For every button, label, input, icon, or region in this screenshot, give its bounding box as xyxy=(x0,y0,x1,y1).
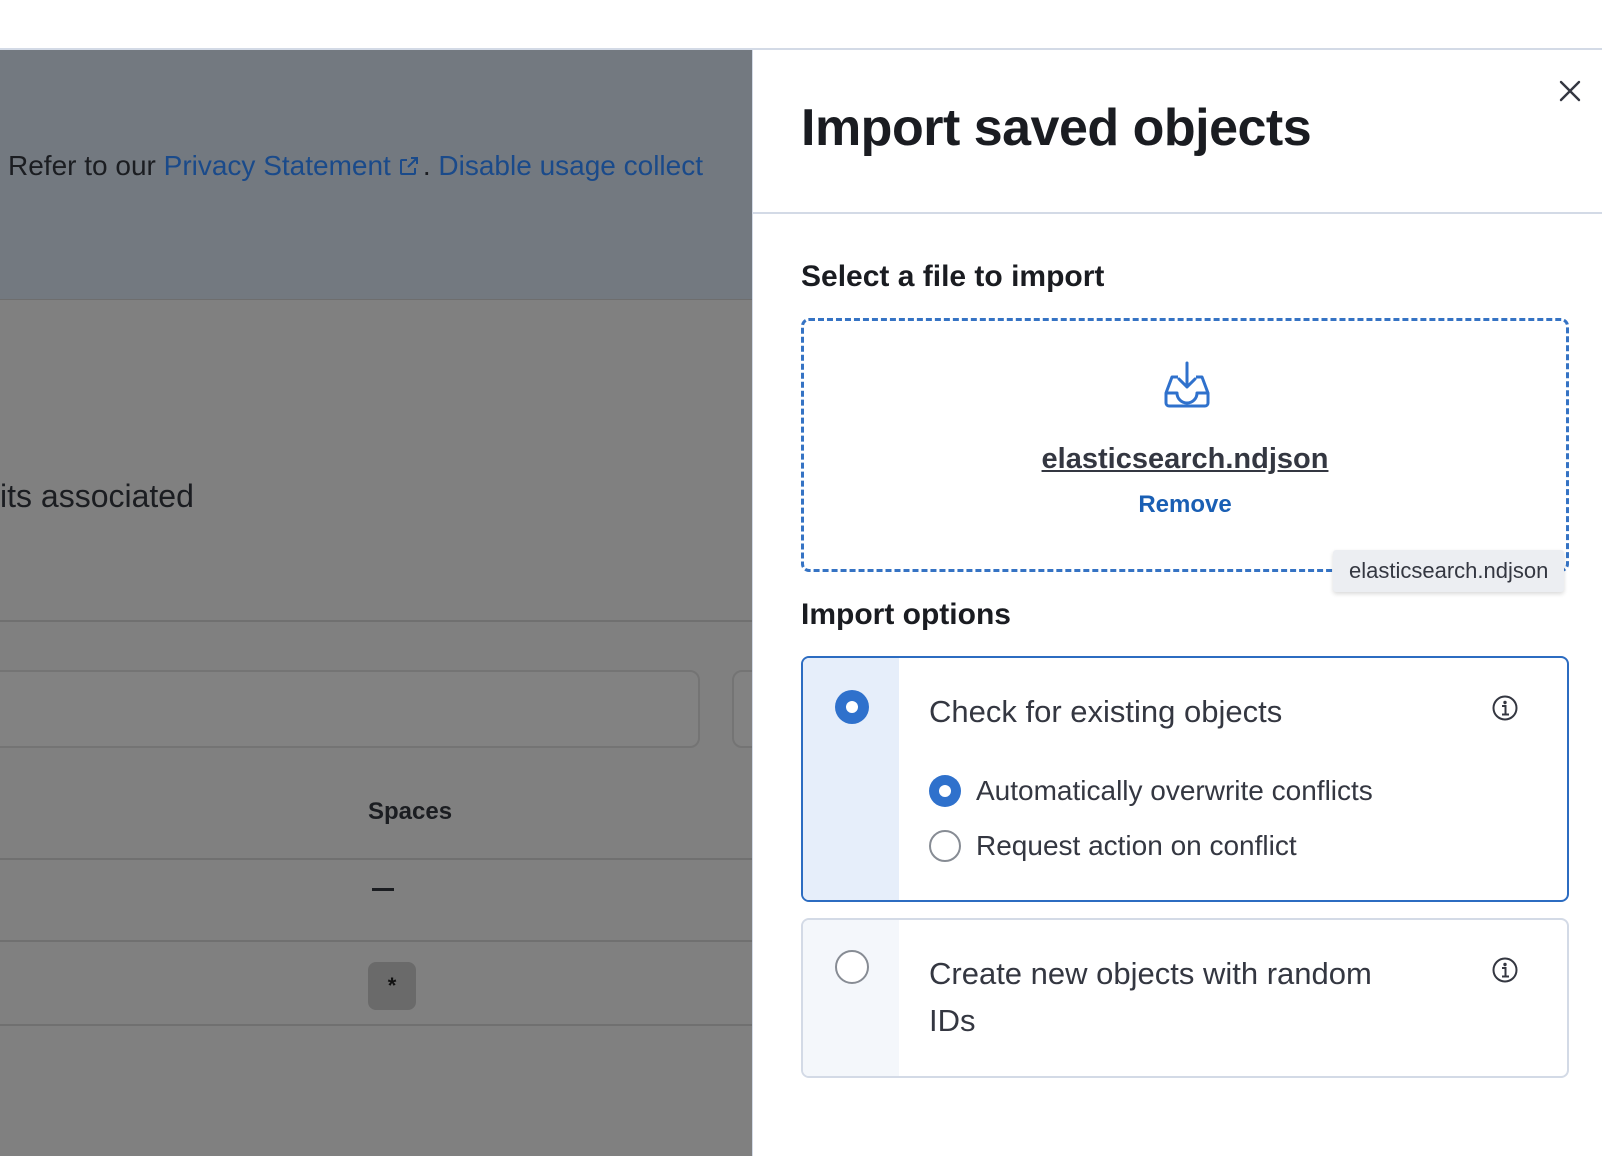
option-radio-rail xyxy=(803,920,899,1076)
privacy-prefix: Refer to our xyxy=(8,150,164,181)
file-name-tooltip: elasticsearch.ndjson xyxy=(1333,550,1565,592)
info-icon[interactable] xyxy=(1491,694,1519,722)
top-header-bar xyxy=(0,0,1602,50)
filter-button[interactable] xyxy=(732,670,752,748)
table-row-divider xyxy=(0,858,752,860)
info-icon[interactable] xyxy=(1491,956,1519,984)
option-create-new[interactable]: Create new objects with random IDs xyxy=(801,918,1569,1078)
description-text: its associated xyxy=(0,478,194,514)
option-check-existing[interactable]: Check for existing objects Automatically… xyxy=(801,656,1569,902)
space-badge: * xyxy=(368,962,416,1010)
table-row-divider xyxy=(0,1024,752,1026)
spaces-column-header[interactable]: Spaces xyxy=(368,798,452,826)
overwrite-conflicts-label: Automatically overwrite conflicts xyxy=(976,775,1373,806)
disable-usage-collection-link[interactable]: Disable usage collect xyxy=(438,150,703,181)
flyout-title: Import saved objects xyxy=(801,99,1312,157)
overwrite-conflicts-option[interactable]: Automatically overwrite conflicts xyxy=(929,774,1373,808)
search-input[interactable] xyxy=(0,670,700,748)
privacy-separator: . xyxy=(422,150,439,181)
privacy-notice: Refer to our Privacy Statement. Disable … xyxy=(8,150,703,182)
privacy-statement-link[interactable]: Privacy Statement xyxy=(164,150,391,181)
create-new-title-line1: Create new objects with random xyxy=(929,956,1372,991)
empty-spaces-dash xyxy=(372,888,394,891)
request-action-radio[interactable] xyxy=(929,830,961,862)
external-link-icon xyxy=(399,157,418,175)
import-icon xyxy=(1164,361,1210,408)
divider xyxy=(0,620,752,622)
request-action-option[interactable]: Request action on conflict xyxy=(929,829,1297,863)
background-page-overlay[interactable]: Refer to our Privacy Statement. Disable … xyxy=(0,50,752,1156)
request-action-label: Request action on conflict xyxy=(976,830,1297,861)
create-new-title-line2: IDs xyxy=(929,1003,976,1038)
overwrite-conflicts-radio[interactable] xyxy=(929,775,961,807)
file-section-label: Select a file to import xyxy=(801,260,1105,293)
import-options-label: Import options xyxy=(801,598,1011,631)
telemetry-banner: Refer to our Privacy Statement. Disable … xyxy=(0,50,752,300)
selected-file-name: elasticsearch.ndjson xyxy=(1041,443,1329,475)
create-new-radio[interactable] xyxy=(835,950,869,984)
close-icon[interactable] xyxy=(1555,76,1585,106)
table-row-divider xyxy=(0,940,752,942)
check-existing-title: Check for existing objects xyxy=(929,694,1283,729)
header-divider xyxy=(753,212,1602,214)
file-picker-dropzone[interactable]: elasticsearch.ndjson Remove xyxy=(801,318,1569,572)
check-existing-radio[interactable] xyxy=(835,690,869,724)
remove-file-button[interactable]: Remove xyxy=(804,491,1566,519)
import-flyout: Import saved objects Select a file to im… xyxy=(752,50,1602,1156)
